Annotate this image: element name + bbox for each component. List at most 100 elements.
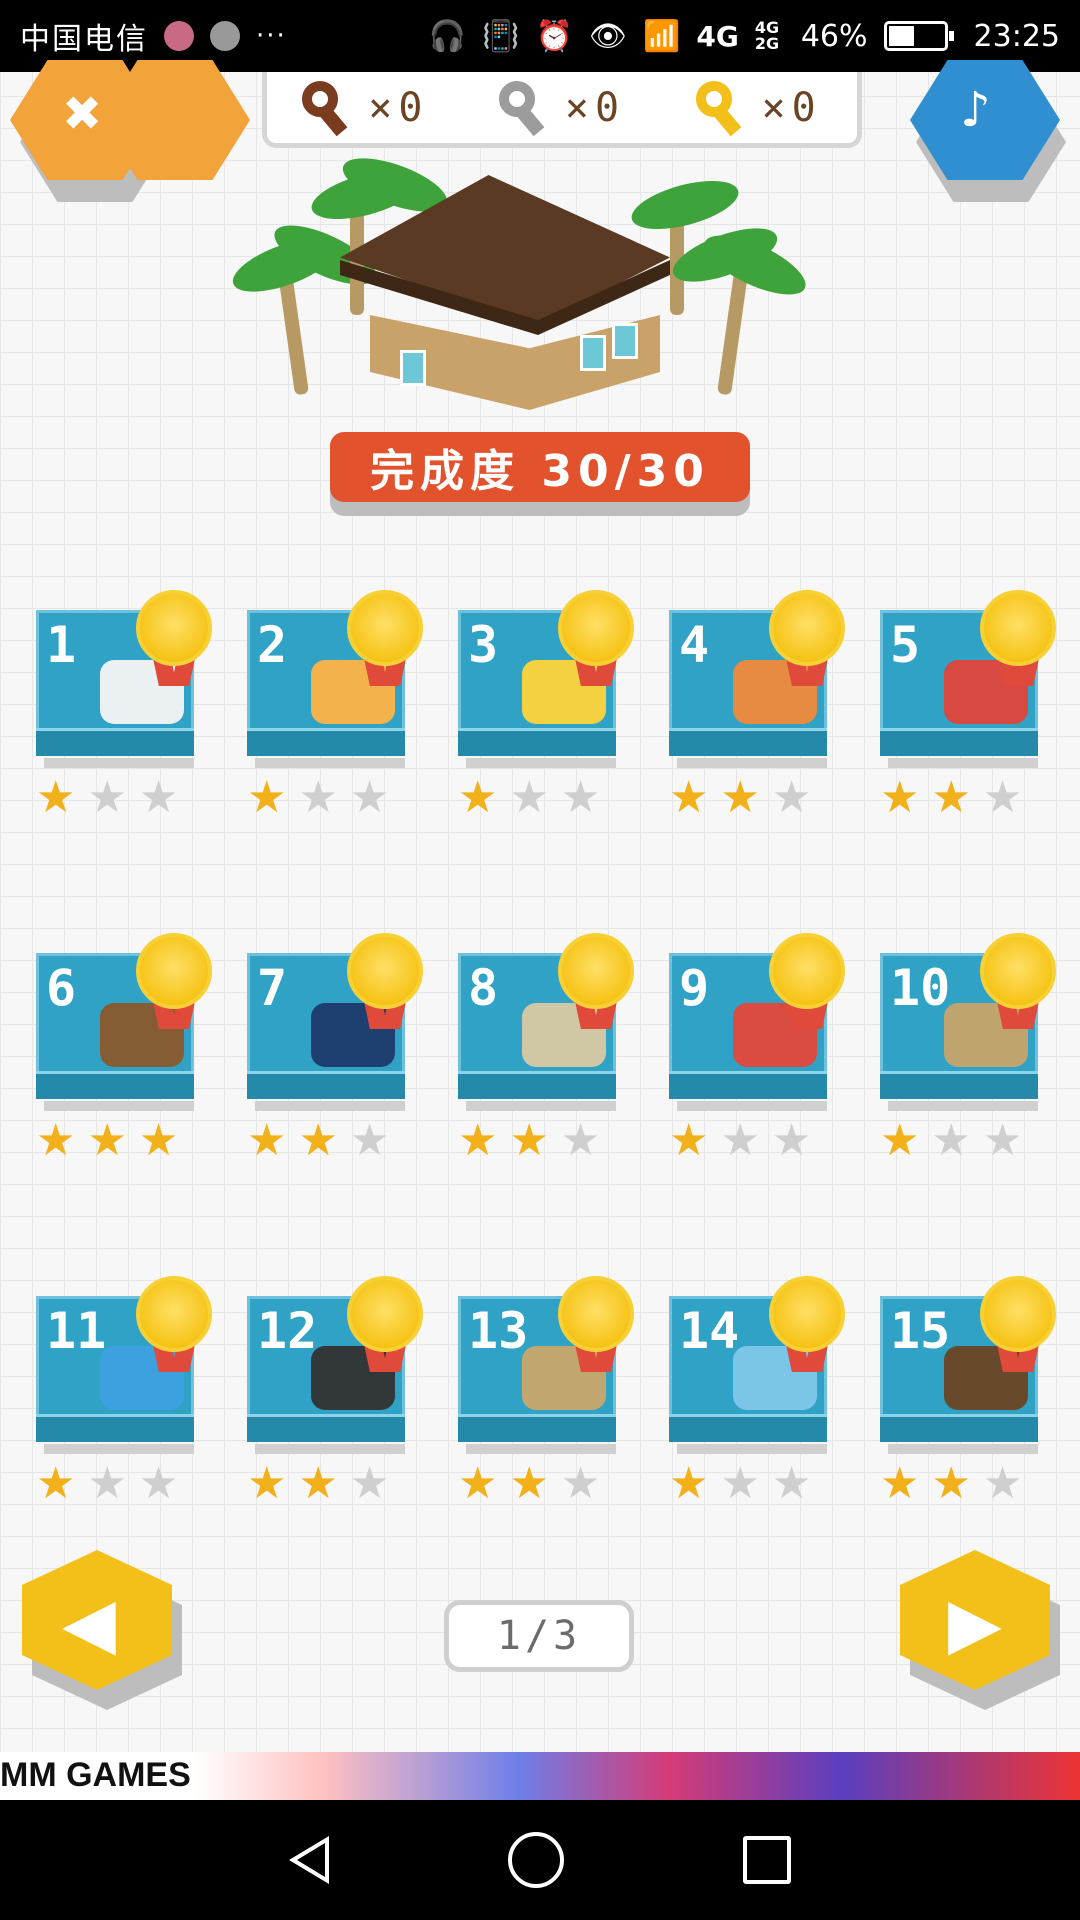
level-card[interactable]: 3 ★ ★ ★ bbox=[458, 590, 634, 820]
level-card-footer bbox=[247, 728, 405, 756]
next-page-button[interactable]: ▶ bbox=[900, 1550, 1070, 1710]
level-card-shadow bbox=[466, 758, 616, 768]
gold-key-count: ×0 bbox=[761, 84, 822, 131]
level-number: 4 bbox=[679, 616, 710, 674]
level-card-shadow bbox=[888, 758, 1038, 768]
music-button[interactable]: ♪ bbox=[910, 60, 1066, 202]
notification-app-icon bbox=[164, 21, 194, 51]
level-stars: ★ ★ ★ bbox=[458, 1119, 628, 1163]
star-filled-icon: ★ bbox=[247, 772, 287, 823]
ad-banner[interactable]: MM GAMES bbox=[0, 1752, 1080, 1800]
star-filled-icon: ★ bbox=[298, 1115, 338, 1166]
level-card[interactable]: 11 ★ ★ ★ bbox=[36, 1276, 212, 1506]
house-window bbox=[400, 350, 426, 386]
level-card-shadow bbox=[255, 1101, 405, 1111]
level-card-shadow bbox=[255, 1444, 405, 1454]
gold-medal-icon bbox=[765, 1276, 849, 1376]
notification-app-icon-2 bbox=[210, 21, 240, 51]
recent-apps-icon[interactable] bbox=[742, 1836, 791, 1884]
vibrate-icon: 📳 bbox=[482, 18, 520, 54]
level-stars: ★ ★ ★ bbox=[880, 1119, 1050, 1163]
house-window bbox=[612, 323, 638, 359]
star-filled-icon: ★ bbox=[247, 1458, 287, 1509]
level-card[interactable]: 5 ★ ★ ★ bbox=[880, 590, 1056, 820]
star-empty-icon: ★ bbox=[771, 1115, 812, 1166]
back-icon[interactable] bbox=[289, 1836, 330, 1884]
level-number: 10 bbox=[890, 959, 951, 1017]
level-grid: 1 ★ ★ ★ 2 ★ ★ ★ 3 ★ ★ ★ 4 ★ ★ ★ 5 ★ ★ ★ 6 ★ ★ ★ 7 ★ ★ ★ 8 ★ ★ ★ 9 ★ ★ ★ 10 ★ ★… bbox=[36, 590, 1066, 1619]
level-card[interactable]: 12 ★ ★ ★ bbox=[247, 1276, 423, 1506]
alarm-icon: ⏰ bbox=[535, 18, 573, 54]
level-card[interactable]: 1 ★ ★ ★ bbox=[36, 590, 212, 820]
carrier-label: 中国电信 bbox=[20, 22, 148, 57]
level-stars: ★ ★ ★ bbox=[247, 776, 417, 820]
gold-medal-icon bbox=[765, 933, 849, 1033]
level-card[interactable]: 8 ★ ★ ★ bbox=[458, 933, 634, 1163]
prev-page-button[interactable]: ◀ bbox=[22, 1550, 192, 1710]
star-empty-icon: ★ bbox=[982, 1458, 1023, 1509]
bronze-key-count: ×0 bbox=[368, 84, 429, 131]
key-item-gold: ×0 bbox=[695, 80, 822, 136]
level-card-shadow bbox=[888, 1101, 1038, 1111]
star-filled-icon: ★ bbox=[880, 1458, 920, 1509]
more-notifications-icon: ··· bbox=[256, 21, 287, 51]
level-card[interactable]: 10 ★ ★ ★ bbox=[880, 933, 1056, 1163]
level-card-shadow bbox=[677, 1444, 827, 1454]
level-card[interactable]: 6 ★ ★ ★ bbox=[36, 933, 212, 1163]
level-card-shadow bbox=[255, 758, 405, 768]
level-number: 13 bbox=[468, 1302, 529, 1360]
level-card[interactable]: 7 ★ ★ ★ bbox=[247, 933, 423, 1163]
star-empty-icon: ★ bbox=[87, 772, 127, 823]
level-card[interactable]: 2 ★ ★ ★ bbox=[247, 590, 423, 820]
star-empty-icon: ★ bbox=[560, 1458, 601, 1509]
eye-icon: 👁 bbox=[588, 18, 628, 54]
gold-medal-icon bbox=[343, 933, 427, 1033]
gold-medal-icon bbox=[343, 1276, 427, 1376]
level-card-footer bbox=[458, 728, 616, 756]
level-card-shadow bbox=[44, 1444, 194, 1454]
level-stars: ★ ★ ★ bbox=[247, 1462, 417, 1506]
level-card[interactable]: 9 ★ ★ ★ bbox=[669, 933, 845, 1163]
level-card-footer bbox=[247, 1414, 405, 1442]
level-number: 8 bbox=[468, 959, 499, 1017]
level-number: 6 bbox=[46, 959, 77, 1017]
level-stars: ★ ★ ★ bbox=[247, 1119, 417, 1163]
menu-button[interactable]: ✖ bbox=[10, 60, 250, 202]
gold-medal-icon bbox=[132, 1276, 216, 1376]
level-card[interactable]: 15 ★ ★ ★ bbox=[880, 1276, 1056, 1506]
system-nav-bar bbox=[0, 1800, 1080, 1920]
key-item-bronze: ×0 bbox=[302, 80, 429, 136]
level-number: 9 bbox=[679, 959, 710, 1017]
star-empty-icon: ★ bbox=[349, 1458, 390, 1509]
level-stars: ★ ★ ★ bbox=[36, 1462, 206, 1506]
star-filled-icon: ★ bbox=[669, 1458, 709, 1509]
star-empty-icon: ★ bbox=[931, 1115, 971, 1166]
network-type-small: 4G 2G bbox=[754, 18, 780, 53]
level-card-footer bbox=[36, 1071, 194, 1099]
star-empty-icon: ★ bbox=[771, 772, 812, 823]
level-card[interactable]: 13 ★ ★ ★ bbox=[458, 1276, 634, 1506]
gold-medal-icon bbox=[343, 590, 427, 690]
level-number: 1 bbox=[46, 616, 77, 674]
level-card[interactable]: 14 ★ ★ ★ bbox=[669, 1276, 845, 1506]
level-stars: ★ ★ ★ bbox=[880, 1462, 1050, 1506]
level-card-shadow bbox=[677, 1101, 827, 1111]
home-icon[interactable] bbox=[507, 1832, 564, 1888]
level-number: 2 bbox=[257, 616, 288, 674]
star-filled-icon: ★ bbox=[36, 772, 76, 823]
level-number: 5 bbox=[890, 616, 921, 674]
level-card-footer bbox=[36, 728, 194, 756]
level-card-footer bbox=[458, 1071, 616, 1099]
battery-icon bbox=[883, 21, 954, 51]
star-filled-icon: ★ bbox=[458, 1115, 498, 1166]
level-card-footer bbox=[669, 728, 827, 756]
gold-medal-icon bbox=[765, 590, 849, 690]
star-empty-icon: ★ bbox=[560, 1115, 601, 1166]
level-number: 14 bbox=[679, 1302, 740, 1360]
star-filled-icon: ★ bbox=[247, 1115, 287, 1166]
beach-house-illustration bbox=[200, 147, 814, 425]
bronze-key-icon bbox=[302, 80, 356, 136]
level-card[interactable]: 4 ★ ★ ★ bbox=[669, 590, 845, 820]
star-filled-icon: ★ bbox=[298, 1458, 338, 1509]
gold-medal-icon bbox=[132, 590, 216, 690]
